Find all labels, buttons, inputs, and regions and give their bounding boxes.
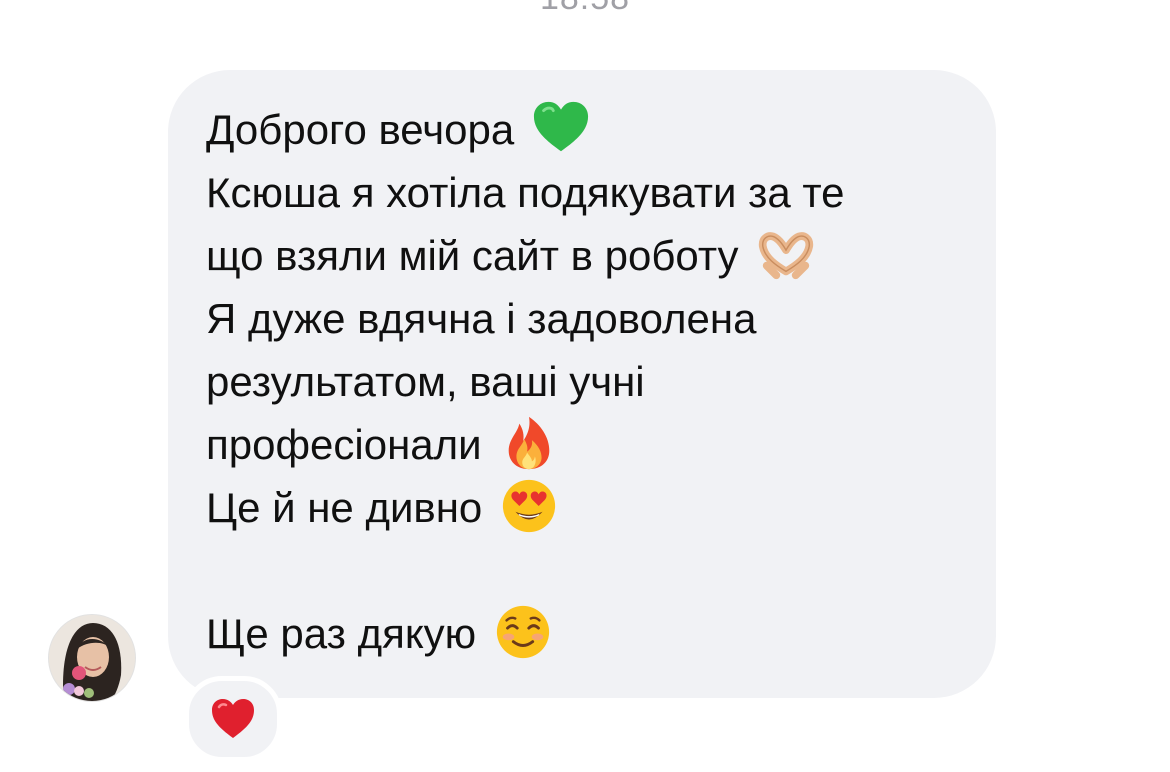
message-line: Ксюша я хотіла подякувати за те	[206, 161, 958, 224]
message-line-text: Це й не дивно	[206, 484, 483, 531]
red-heart-icon	[212, 699, 254, 738]
reaction-badge[interactable]	[184, 676, 282, 762]
message-line-text: професіонали	[206, 421, 482, 468]
fire-icon	[500, 415, 558, 471]
smiling-face-icon	[494, 604, 552, 660]
message-line-text: Ксюша я хотіла подякувати за те	[206, 169, 845, 216]
profile-photo-icon	[49, 615, 135, 701]
message-line-blank	[206, 539, 958, 602]
message-bubble[interactable]: Доброго вечора Ксюша я хотіла подякувати…	[168, 70, 996, 698]
message-line: Доброго вечора	[206, 98, 958, 161]
message-line: Я дуже вдячна і задоволена	[206, 287, 958, 350]
green-heart-icon	[532, 100, 590, 156]
message-line: Це й не дивно	[206, 476, 958, 539]
message-line: що взяли мій сайт в роботу	[206, 224, 958, 287]
message-line: Ще раз дякую	[206, 602, 958, 665]
message-line: результатом, ваші учні	[206, 350, 958, 413]
heart-eyes-face-icon	[500, 478, 558, 534]
message-line-text: Ще раз дякую	[206, 610, 477, 657]
heart-hands-icon	[757, 226, 815, 282]
chat-screen: 18:58 Доброго вечора Ксюша я хотіла подя…	[0, 0, 1170, 772]
message-line: професіонали	[206, 413, 958, 476]
message-line-text: що взяли мій сайт в роботу	[206, 232, 739, 279]
message-line-text: результатом, ваші учні	[206, 358, 645, 405]
message-line-text: Я дуже вдячна і задоволена	[206, 295, 757, 342]
message-timestamp: 18:58	[0, 0, 1170, 18]
message-line-text: Доброго вечора	[206, 106, 515, 153]
sender-avatar[interactable]	[48, 614, 136, 702]
